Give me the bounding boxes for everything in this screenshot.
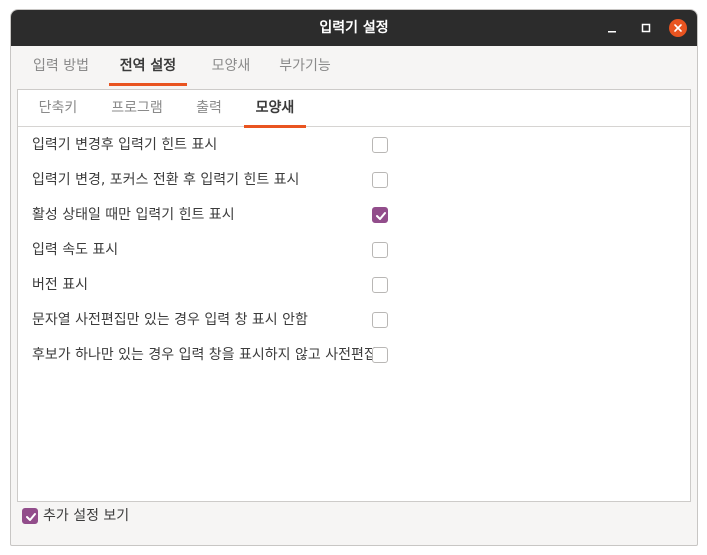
settings-panel: 단축키 프로그램 출력 모양새 입력기 변경후 입력기 힌트 표시 입력기 변경… (17, 89, 691, 502)
maximize-button[interactable] (637, 19, 655, 37)
tab-input-method[interactable]: 입력 방법 (31, 46, 91, 90)
option-label: 입력기 변경후 입력기 힌트 표시 (32, 137, 218, 153)
option-row: 버전 표시 (18, 268, 690, 303)
option-checkbox[interactable] (372, 172, 388, 188)
tab-appearance[interactable]: 모양새 (207, 46, 255, 90)
option-checkbox[interactable] (372, 207, 388, 223)
option-row: 후보가 하나만 있는 경우 입력 창을 표시하지 않고 사전편집 (18, 338, 690, 373)
window-title: 입력기 설정 (319, 20, 389, 36)
sub-tab-bar: 단축키 프로그램 출력 모양새 (18, 90, 690, 128)
option-row: 입력기 변경, 포커스 전환 후 입력기 힌트 표시 (18, 163, 690, 198)
option-checkbox[interactable] (372, 347, 388, 363)
tab-global-settings[interactable]: 전역 설정 (109, 46, 187, 90)
option-label: 입력 속도 표시 (32, 242, 119, 258)
show-advanced-label[interactable]: 추가 설정 보기 (43, 506, 129, 526)
option-label: 후보가 하나만 있는 경우 입력 창을 표시하지 않고 사전편집 (32, 347, 377, 363)
main-tab-bar: 입력 방법 전역 설정 모양새 부가기능 (11, 46, 697, 90)
option-row: 문자열 사전편집만 있는 경우 입력 창 표시 안함 (18, 303, 690, 338)
subtab-appearance[interactable]: 모양새 (244, 90, 306, 128)
settings-window: 입력기 설정 입력 방법 전역 설정 모양새 부가기능 단축키 프로그램 출력 (10, 9, 698, 546)
option-label: 입력기 변경, 포커스 전환 후 입력기 힌트 표시 (32, 172, 300, 188)
checkmark-icon (376, 212, 386, 220)
option-checkbox[interactable] (372, 137, 388, 153)
subtab-programs[interactable]: 프로그램 (108, 90, 166, 127)
option-checkbox[interactable] (372, 242, 388, 258)
option-label: 문자열 사전편집만 있는 경우 입력 창 표시 안함 (32, 312, 308, 328)
close-button[interactable] (669, 19, 687, 37)
minimize-icon (608, 31, 616, 33)
option-row: 입력기 변경후 입력기 힌트 표시 (18, 128, 690, 163)
show-advanced-checkbox[interactable] (22, 508, 38, 524)
option-checkbox[interactable] (372, 277, 388, 293)
option-checkbox[interactable] (372, 312, 388, 328)
option-row: 입력 속도 표시 (18, 233, 690, 268)
subtab-shortcuts[interactable]: 단축키 (36, 90, 80, 127)
subtab-output[interactable]: 출력 (194, 90, 224, 127)
close-icon (669, 19, 687, 37)
option-row: 활성 상태일 때만 입력기 힌트 표시 (18, 198, 690, 233)
tab-addons[interactable]: 부가기능 (277, 46, 333, 90)
title-bar[interactable]: 입력기 설정 (11, 10, 697, 46)
option-label: 활성 상태일 때만 입력기 힌트 표시 (32, 207, 235, 223)
minimize-button[interactable] (603, 19, 621, 37)
maximize-icon (641, 23, 651, 33)
checkmark-icon (26, 513, 36, 521)
option-label: 버전 표시 (32, 277, 88, 293)
